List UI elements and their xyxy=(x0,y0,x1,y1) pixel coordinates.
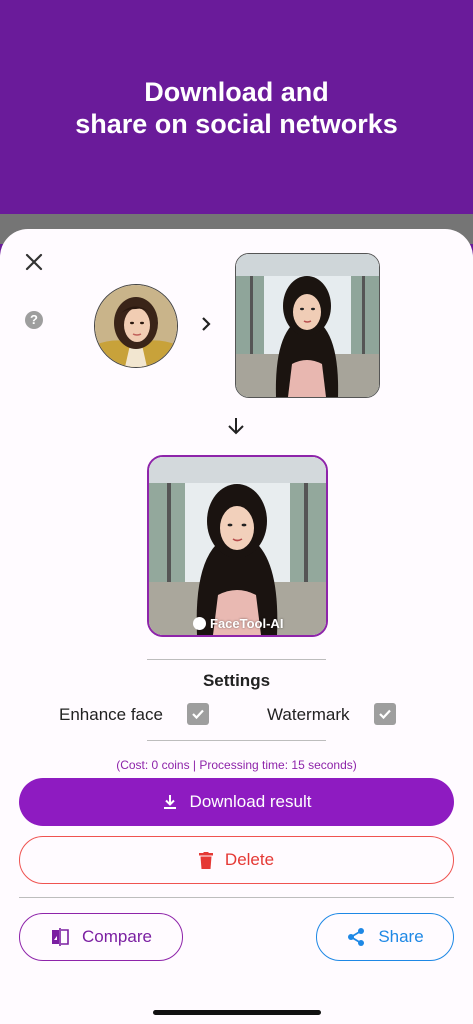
actions-divider xyxy=(19,897,454,898)
chevron-right-icon xyxy=(198,314,214,334)
compare-button-label: Compare xyxy=(82,927,152,946)
result-bottom-sheet: ? FaceTool-AI Settings Enhance face Wate… xyxy=(0,229,473,1024)
enhance-face-checkbox[interactable] xyxy=(187,703,209,725)
watermark-label: FaceTool-AI xyxy=(193,616,283,631)
enhance-face-label: Enhance face xyxy=(59,705,163,724)
trash-icon xyxy=(198,851,213,869)
compare-icon xyxy=(52,928,69,946)
close-icon[interactable] xyxy=(22,250,46,274)
watermark-text: FaceTool-AI xyxy=(210,616,284,631)
settings-title: Settings xyxy=(202,671,271,690)
settings-bottom-divider xyxy=(147,740,326,741)
delete-button[interactable]: Delete xyxy=(19,836,454,884)
check-icon xyxy=(379,709,391,720)
download-button-label: Download result xyxy=(189,792,312,811)
share-icon xyxy=(348,928,365,946)
settings-top-divider xyxy=(147,659,326,660)
home-indicator[interactable] xyxy=(153,1010,321,1015)
share-button-label: Share xyxy=(378,927,424,946)
watermark-checkbox[interactable] xyxy=(374,703,396,725)
compare-button[interactable]: Compare xyxy=(19,913,183,961)
cost-info: (Cost: 0 coins | Processing time: 15 sec… xyxy=(116,758,357,772)
banner-title: Download and share on social networks xyxy=(75,77,398,139)
share-button[interactable]: Share xyxy=(316,913,454,961)
check-icon xyxy=(192,709,204,720)
promo-banner: Download and share on social networks xyxy=(0,0,473,214)
target-image-thumbnail[interactable] xyxy=(235,253,380,398)
help-icon[interactable]: ? xyxy=(25,311,43,329)
delete-button-label: Delete xyxy=(224,850,275,869)
download-result-button[interactable]: Download result xyxy=(19,778,454,826)
source-face-avatar xyxy=(94,284,178,368)
download-icon xyxy=(163,795,176,809)
arrow-down-icon xyxy=(225,415,247,437)
facetool-logo-icon xyxy=(193,617,206,630)
result-image[interactable]: FaceTool-AI xyxy=(147,455,328,637)
watermark-option-label: Watermark xyxy=(267,705,350,724)
